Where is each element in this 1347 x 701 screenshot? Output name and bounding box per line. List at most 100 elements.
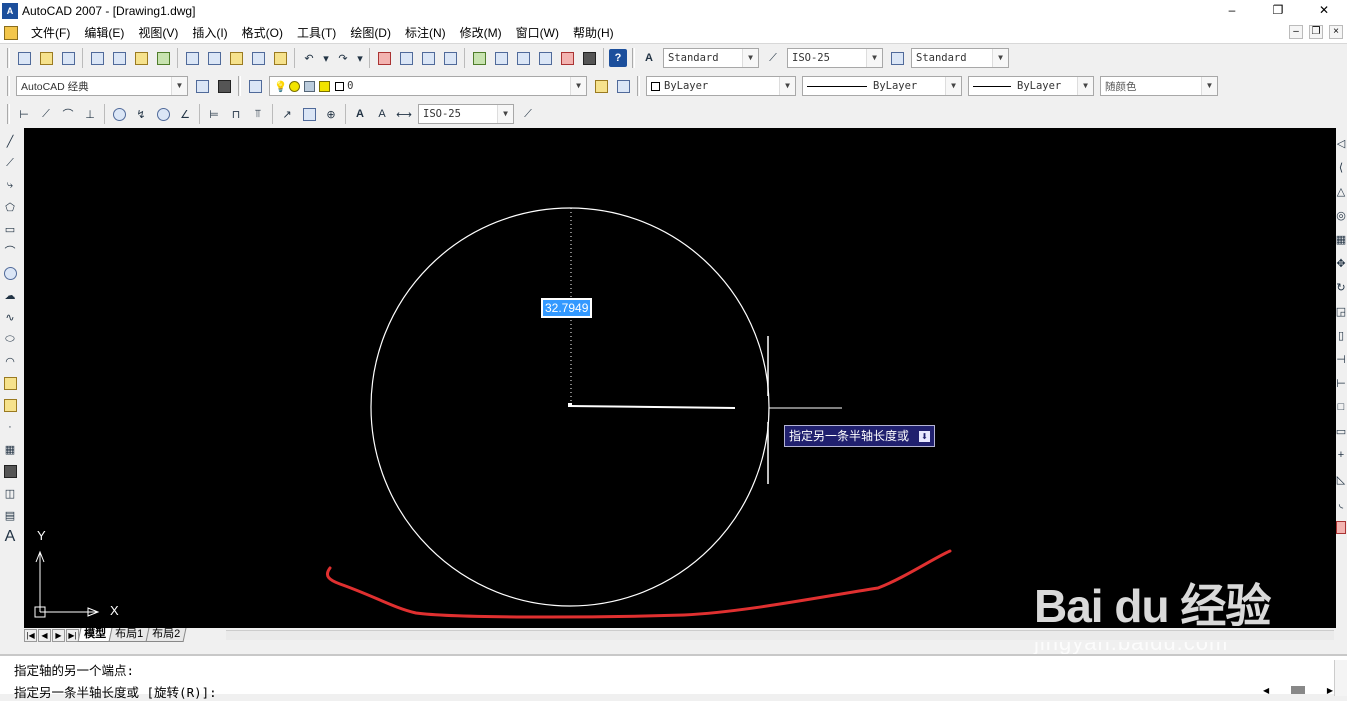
join-icon[interactable]: + [1336,446,1346,464]
options-down-arrow-icon[interactable]: ⬇ [919,430,931,442]
menu-view[interactable]: 视图(V) [131,23,185,43]
stretch-icon[interactable]: ▯ [1336,326,1346,344]
quick-leader-icon[interactable]: ↗ [278,105,296,123]
rectangle-icon[interactable]: ▭ [1,220,19,238]
new-file-icon[interactable] [15,49,33,67]
command-window[interactable]: 指定轴的另一个端点: 指定另一条半轴长度或 [旋转(R)]: ◀ ▶ [0,654,1347,700]
drawing-canvas[interactable]: Y X 32.7949 指定另一条半轴长度或 ⬇ [24,128,1336,628]
pan-icon[interactable] [375,49,393,67]
tab-layout2[interactable]: 布局2 [145,628,187,642]
mirror-icon[interactable]: △ [1336,182,1346,200]
dimension-edit-icon[interactable]: A [351,105,369,123]
menu-edit[interactable]: 编辑(E) [77,23,131,43]
arc-length-icon[interactable]: ⌒ [59,105,77,123]
plot-icon[interactable] [88,49,106,67]
text-style-select[interactable]: Standard ▼ [663,48,759,68]
dimension-style-manager-icon[interactable]: ⟋ [519,105,537,123]
scale-icon[interactable]: ◲ [1336,302,1346,320]
make-object-layer-current-icon[interactable] [592,77,610,95]
chamfer-icon[interactable]: ◺ [1336,470,1346,488]
ellipse-icon[interactable]: ⬭ [1,330,19,348]
diameter-dimension-icon[interactable] [154,105,172,123]
tolerance-icon[interactable] [300,105,318,123]
line-icon[interactable]: ╱ [1,132,19,150]
polyline-icon[interactable]: ⤷ [1,176,19,194]
help-icon[interactable]: ? [609,49,627,67]
offset-icon[interactable]: ◎ [1336,206,1346,224]
spline-icon[interactable]: ∿ [1,308,19,326]
menu-help[interactable]: 帮助(H) [566,23,621,43]
text-style-icon[interactable]: A [640,49,658,67]
table-icon[interactable]: ▤ [1,506,19,524]
undo-dropdown-icon[interactable]: ▾ [322,49,330,67]
dimension-update-icon[interactable]: ⟷ [395,105,413,123]
copy-object-icon[interactable]: ⟨ [1336,158,1346,176]
save-workspace-icon[interactable] [215,77,233,95]
calculator-icon[interactable] [580,49,598,67]
dim-style-icon[interactable]: ⟋ [764,49,782,67]
rotate-icon[interactable]: ↻ [1336,278,1346,296]
ellipse-arc-icon[interactable]: ◠ [1,352,19,370]
menu-draw[interactable]: 绘图(D) [343,23,398,43]
layer-manager-icon[interactable] [246,77,264,95]
lineweight-select[interactable]: ByLayer ▼ [968,76,1094,96]
fillet-icon[interactable]: ◟ [1336,494,1346,512]
save-icon[interactable] [59,49,77,67]
undo-icon[interactable]: ↶ [300,49,318,67]
sheet-set-icon[interactable] [536,49,554,67]
revision-cloud-icon[interactable]: ☁ [1,286,19,304]
workspace-settings-icon[interactable] [193,77,211,95]
break-icon[interactable]: ▭ [1336,422,1346,440]
redo-dropdown-icon[interactable]: ▾ [356,49,364,67]
design-center-icon[interactable] [492,49,510,67]
extend-icon[interactable]: ⊢ [1336,374,1346,392]
menu-file[interactable]: 文件(F) [24,23,77,43]
ordinate-dimension-icon[interactable]: ⊥ [81,105,99,123]
erase-icon[interactable]: ◁ [1336,134,1346,152]
paste-icon[interactable] [227,49,245,67]
plot-style-select[interactable]: 随颜色 ▼ [1100,76,1218,96]
arc-icon[interactable]: ⌒ [1,242,19,260]
menu-window[interactable]: 窗口(W) [509,23,566,43]
copy-icon[interactable] [205,49,223,67]
circle-icon[interactable] [1,264,19,282]
command-vertical-scrollbar[interactable] [1334,660,1347,696]
tab-model[interactable]: 模型 [77,628,113,642]
close-button[interactable]: ✕ [1301,0,1347,22]
maximize-button[interactable]: ❐ [1255,0,1301,22]
angular-dimension-icon[interactable]: ∠ [176,105,194,123]
center-mark-icon[interactable]: ⊕ [322,105,340,123]
minimize-button[interactable]: – [1209,0,1255,22]
table-style-select[interactable]: Standard ▼ [911,48,1009,68]
insert-block-icon[interactable] [1,374,19,392]
document-icon[interactable] [4,25,18,40]
scroll-left-icon[interactable]: ◀ [1263,686,1269,696]
redo-icon[interactable]: ↷ [334,49,352,67]
prev-tab-arrow-icon[interactable]: ◀ [38,628,51,642]
construction-line-icon[interactable]: ⟋ [1,154,19,172]
hatch-icon[interactable]: ▦ [1,440,19,458]
gradient-icon[interactable] [1,462,19,480]
layer-select[interactable]: 💡 0 ▼ [269,76,587,96]
scroll-right-icon[interactable]: ▶ [1327,686,1333,696]
break-at-point-icon[interactable]: □ [1336,398,1346,416]
block-editor-icon[interactable] [271,49,289,67]
explode-icon[interactable] [1336,518,1346,536]
workspace-select[interactable]: AutoCAD 经典 ▼ [16,76,188,96]
dimension-style-select[interactable]: ISO-25 ▼ [418,104,514,124]
tab-layout1[interactable]: 布局1 [108,628,150,642]
menu-format[interactable]: 格式(O) [235,23,290,43]
open-file-icon[interactable] [37,49,55,67]
first-tab-arrow-icon[interactable]: |◀ [24,628,37,642]
multiline-text-icon[interactable]: A [1,528,19,546]
menu-dimension[interactable]: 标注(N) [398,23,453,43]
baseline-dimension-icon[interactable]: ⊓ [227,105,245,123]
linear-dimension-icon[interactable]: ⊢ [15,105,33,123]
layer-previous-icon[interactable] [614,77,632,95]
point-icon[interactable]: · [1,418,19,436]
move-icon[interactable]: ✥ [1336,254,1346,272]
doc-close-button[interactable]: × [1329,25,1343,39]
autocad-app-icon[interactable]: A [2,3,18,19]
trim-icon[interactable]: ⊣ [1336,350,1346,368]
menu-tools[interactable]: 工具(T) [290,23,343,43]
